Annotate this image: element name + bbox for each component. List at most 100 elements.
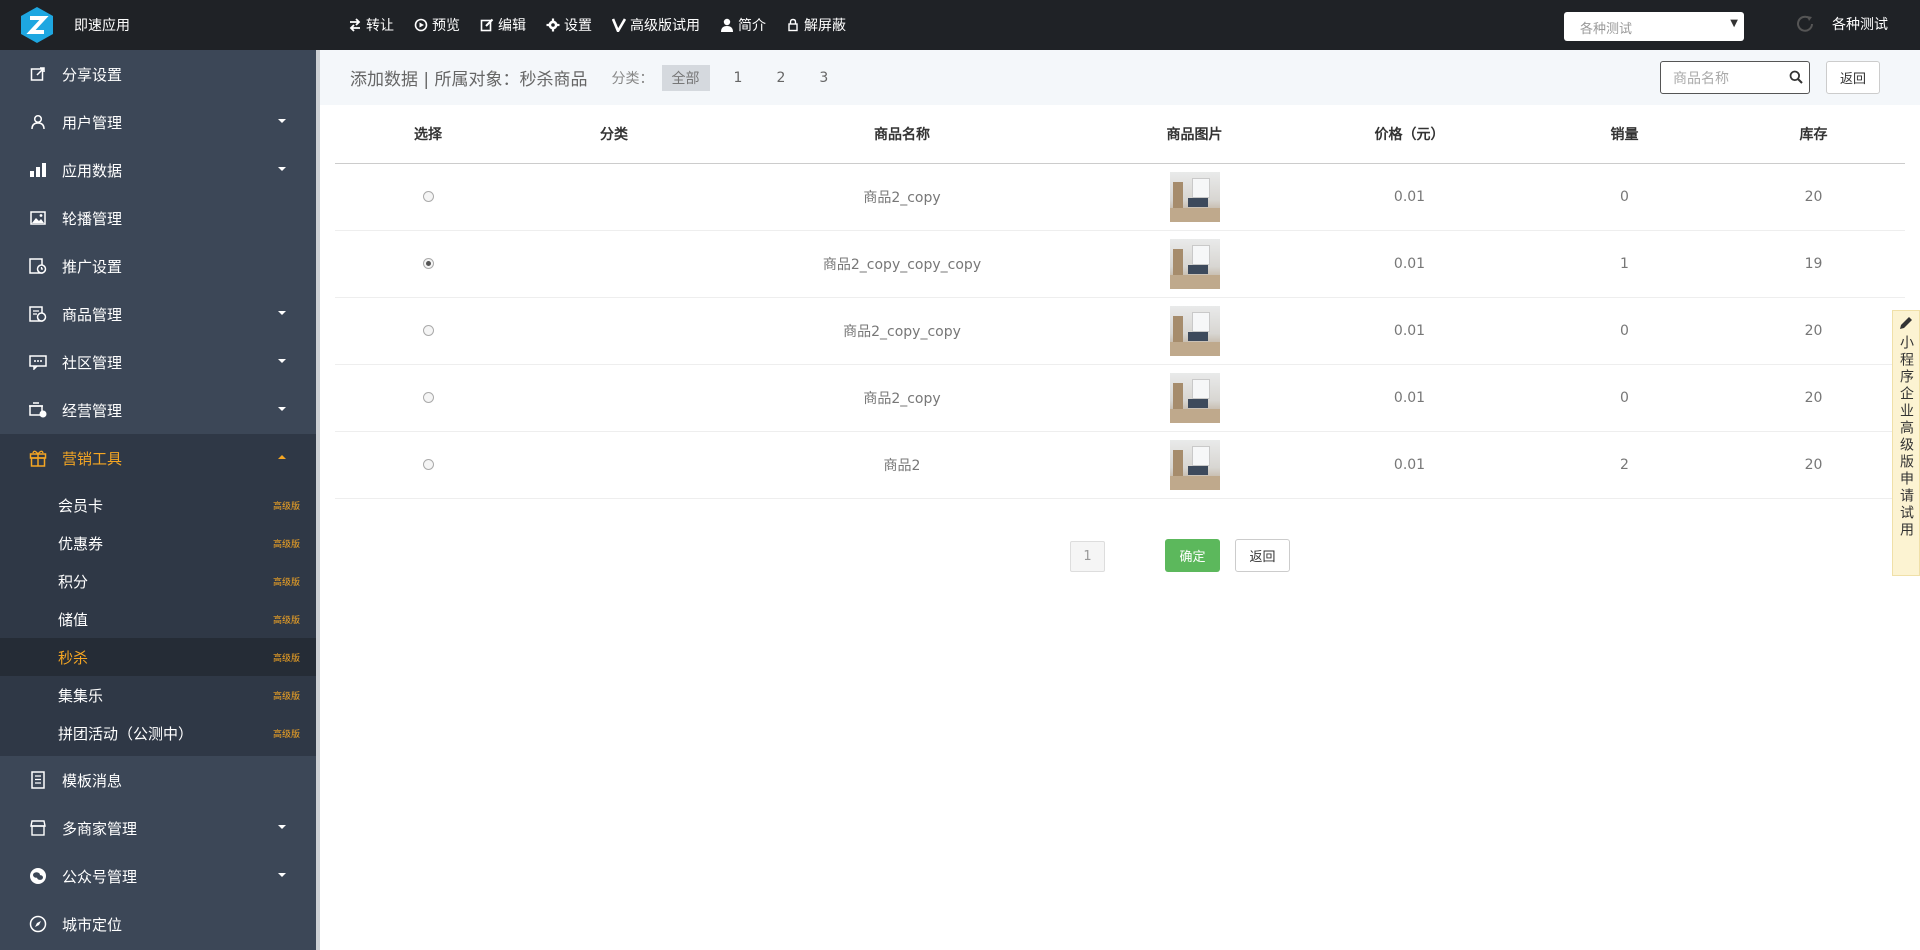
select-cell [335, 431, 521, 499]
preview-link[interactable]: 预览 [414, 15, 460, 35]
sidebar-item-template-message[interactable]: 模板消息 [0, 756, 316, 804]
user-icon [721, 18, 733, 32]
goods-table: 选择 分类 商品名称 商品图片 价格（元） 销量 库存 商品2_copy 0.0… [335, 105, 1905, 499]
table-row[interactable]: 商品2_copy_copy_copy 0.01 1 19 [335, 230, 1905, 298]
select-radio[interactable] [422, 191, 434, 202]
unblock-link[interactable]: 解屏蔽 [786, 15, 846, 35]
chevron-down-icon [278, 119, 286, 123]
submenu-stored-value[interactable]: 储值 高级版 [0, 600, 316, 638]
top-user[interactable]: 各种测试 [1794, 13, 1888, 35]
premium-badge: 高级版 [272, 692, 300, 702]
edit-label: 编辑 [498, 18, 526, 34]
category-filter-2[interactable]: 2 [766, 67, 795, 89]
refresh-icon [1797, 15, 1813, 32]
float-tab-label: 小程序企业高级版申请试用 [1898, 335, 1914, 539]
pagination-page[interactable]: 1 [1070, 541, 1105, 572]
sidebar: 分享设置 用户管理 应用数据 轮播管理 推广设置 商品管理 社区管理 经营管理 … [0, 50, 316, 950]
category-cell [521, 364, 707, 432]
sales-cell: 1 [1527, 230, 1722, 298]
category-filter-all[interactable]: 全部 [661, 64, 710, 91]
category-filter-3[interactable]: 3 [809, 67, 838, 89]
intro-link[interactable]: 简介 [720, 15, 766, 35]
play-circle-icon [414, 18, 428, 32]
column-header-sales: 销量 [1527, 105, 1722, 164]
category-label: 分类： [611, 70, 654, 87]
app-select[interactable]: 各种测试 ▼ [1564, 12, 1744, 41]
submenu-group-buy[interactable]: 拼团活动（公测中） 高级版 [0, 714, 316, 752]
intro-label: 简介 [738, 18, 766, 34]
submenu-member-card[interactable]: 会员卡 高级版 [0, 486, 316, 524]
sidebar-item-official-account[interactable]: 公众号管理 [0, 852, 316, 900]
select-radio[interactable] [422, 325, 434, 336]
top-bar: 即速应用 转让 预览 编辑 设置 高级版试用 简介 解屏蔽 各种测试 ▼ 各种测… [0, 0, 1920, 50]
sidebar-item-label: 推广设置 [62, 257, 123, 276]
back-button[interactable]: 返回 [1235, 539, 1290, 572]
transfer-link[interactable]: 转让 [348, 15, 394, 35]
sidebar-item-goods[interactable]: 商品管理 [0, 290, 316, 338]
lock-icon [788, 18, 798, 32]
sidebar-item-label: 应用数据 [62, 161, 123, 180]
name-cell: 商品2 [707, 431, 1097, 499]
sidebar-item-app-data[interactable]: 应用数据 [0, 146, 316, 194]
stock-cell: 20 [1722, 431, 1905, 499]
submenu-points[interactable]: 积分 高级版 [0, 562, 316, 600]
price-cell: 0.01 [1292, 364, 1527, 432]
premium-badge: 高级版 [272, 502, 300, 512]
search-input[interactable]: 商品名称 [1660, 61, 1810, 94]
sidebar-item-business[interactable]: 经营管理 [0, 386, 316, 434]
premium-trial-link[interactable]: 高级版试用 [612, 15, 700, 35]
sidebar-item-marketing-tools[interactable]: 营销工具 [0, 434, 316, 482]
app-logo-icon [18, 6, 56, 44]
sidebar-item-multi-merchant[interactable]: 多商家管理 [0, 804, 316, 852]
product-thumbnail [1169, 238, 1220, 289]
sidebar-item-label: 城市定位 [62, 915, 123, 934]
select-radio[interactable] [422, 459, 434, 470]
premium-badge: 高级版 [272, 578, 300, 588]
select-radio[interactable] [422, 392, 434, 403]
sidebar-item-label: 模板消息 [62, 771, 123, 790]
sidebar-item-promotion[interactable]: 推广设置 [0, 242, 316, 290]
premium-trial-label: 高级版试用 [630, 18, 700, 34]
category-cell [521, 163, 707, 231]
image-cell [1097, 230, 1292, 298]
table-row[interactable]: 商品2_copy 0.01 0 20 [335, 163, 1905, 231]
submenu-label: 积分 [58, 572, 89, 591]
chevron-up-icon [278, 455, 286, 459]
page-header: 添加数据 | 所属对象：秒杀商品 分类： 全部 1 2 3 商品名称 返回 [320, 50, 1920, 105]
table-row[interactable]: 商品2_copy_copy 0.01 0 20 [335, 297, 1905, 365]
premium-trial-float-tab[interactable]: 小程序企业高级版申请试用 [1892, 310, 1920, 576]
table-row[interactable]: 商品2 0.01 2 20 [335, 431, 1905, 499]
sales-cell: 0 [1527, 297, 1722, 365]
sidebar-item-share-settings[interactable]: 分享设置 [0, 50, 316, 98]
search-icon[interactable] [1789, 70, 1803, 84]
submenu-collect[interactable]: 集集乐 高级版 [0, 676, 316, 714]
submenu-flash-sale[interactable]: 秒杀 高级版 [0, 638, 316, 676]
sidebar-item-community[interactable]: 社区管理 [0, 338, 316, 386]
select-radio[interactable] [422, 258, 434, 269]
edit-link[interactable]: 编辑 [480, 15, 526, 35]
confirm-button[interactable]: 确定 [1165, 539, 1220, 572]
image-icon [28, 208, 48, 228]
column-header-select: 选择 [335, 105, 521, 164]
sidebar-item-carousel[interactable]: 轮播管理 [0, 194, 316, 242]
settings-link[interactable]: 设置 [546, 15, 592, 35]
store-icon [28, 818, 48, 838]
name-cell: 商品2_copy_copy_copy [707, 230, 1097, 298]
brand[interactable]: 即速应用 [0, 0, 316, 50]
chevron-down-icon [278, 873, 286, 877]
sidebar-item-user-management[interactable]: 用户管理 [0, 98, 316, 146]
v-icon [612, 18, 626, 32]
chevron-down-icon [278, 167, 286, 171]
column-header-stock: 库存 [1722, 105, 1905, 164]
sidebar-item-city-location[interactable]: 城市定位 [0, 900, 316, 948]
back-button-top[interactable]: 返回 [1826, 61, 1880, 94]
image-cell [1097, 431, 1292, 499]
submenu-coupon[interactable]: 优惠券 高级版 [0, 524, 316, 562]
sidebar-item-label: 公众号管理 [62, 867, 138, 886]
price-cell: 0.01 [1292, 163, 1527, 231]
user-icon [28, 112, 48, 132]
table-row[interactable]: 商品2_copy 0.01 0 20 [335, 364, 1905, 432]
category-cell [521, 230, 707, 298]
category-filter-1[interactable]: 1 [724, 67, 753, 89]
stock-cell: 20 [1722, 364, 1905, 432]
